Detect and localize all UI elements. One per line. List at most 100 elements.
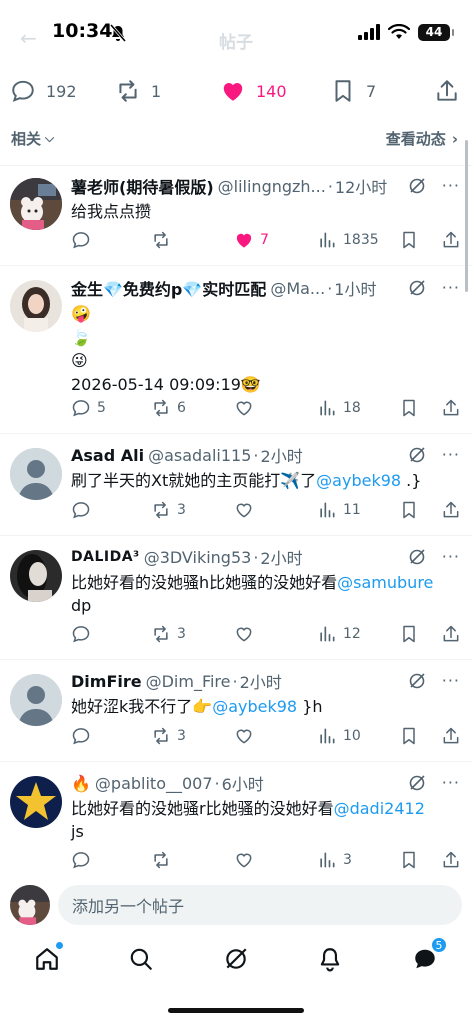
views-button[interactable]: 10: [317, 726, 361, 746]
display-name[interactable]: 金生💎免费约p💎实时匹配: [71, 276, 266, 300]
reply-icon: [72, 626, 90, 643]
views-button[interactable]: 18: [317, 398, 361, 418]
views-button[interactable]: 12: [317, 624, 361, 644]
grok-icon[interactable]: [408, 548, 426, 566]
separator-dot: ·: [253, 547, 259, 567]
default-avatar-icon: [10, 674, 62, 726]
views-button[interactable]: 1835: [317, 230, 379, 250]
more-options-icon[interactable]: ···: [442, 773, 460, 792]
like-button[interactable]: [234, 500, 260, 520]
mention-link[interactable]: @aybek98: [212, 697, 297, 716]
scrollbar[interactable]: [465, 140, 468, 292]
mention-link[interactable]: @aybek98: [316, 471, 401, 490]
repost-button[interactable]: 6: [151, 398, 186, 418]
repost-count: 1: [151, 81, 162, 101]
grok-icon[interactable]: [408, 774, 426, 792]
mention-link[interactable]: @samubure: [337, 573, 433, 592]
reply-post[interactable]: 金生💎免费约p💎实时匹配 @Ma... · 1小时 ··· 🤪 🍃 😜 2026…: [0, 266, 472, 434]
more-options-icon[interactable]: ···: [442, 445, 460, 464]
bookmark-button[interactable]: [399, 230, 419, 250]
display-name[interactable]: 🔥: [71, 774, 91, 793]
bookmark-action[interactable]: 7: [330, 78, 376, 104]
user-handle[interactable]: @pablito__007: [95, 774, 213, 793]
bookmark-button[interactable]: [399, 850, 419, 870]
like-count: 7: [260, 232, 269, 248]
bookmark-button[interactable]: [399, 500, 419, 520]
grok-icon[interactable]: [408, 672, 426, 690]
user-handle[interactable]: @asadali115: [148, 446, 251, 465]
more-options-icon[interactable]: ···: [442, 671, 460, 690]
avatar[interactable]: [10, 178, 62, 230]
share-button[interactable]: [441, 624, 461, 644]
reply-input[interactable]: 添加另一个帖子: [58, 885, 462, 925]
reply-post[interactable]: DALIDA³ @3DViking53 · 2小时 ··· 比她好看的没她骚h比…: [0, 536, 472, 660]
tab-messages[interactable]: 5: [410, 936, 448, 974]
display-name[interactable]: Asad Ali: [71, 446, 144, 465]
reply-action[interactable]: 192: [10, 78, 77, 104]
more-options-icon[interactable]: ···: [442, 547, 460, 566]
own-avatar: [10, 885, 50, 925]
repost-button[interactable]: 3: [151, 500, 186, 520]
like-button[interactable]: [234, 726, 260, 746]
views-button[interactable]: 3: [317, 850, 352, 870]
reply-button[interactable]: [71, 726, 97, 746]
repost-button[interactable]: 3: [151, 726, 186, 746]
repost-button[interactable]: [151, 850, 177, 870]
display-name[interactable]: 薯老师(期待暑假版): [71, 174, 214, 198]
sort-dropdown[interactable]: 相关 ⌵: [11, 128, 54, 149]
share-button[interactable]: [441, 398, 461, 418]
tab-grok[interactable]: [221, 944, 251, 974]
like-button[interactable]: [234, 850, 260, 870]
reply-button[interactable]: [71, 850, 97, 870]
share-action[interactable]: [434, 78, 460, 104]
share-button[interactable]: [441, 726, 461, 746]
like-action[interactable]: 140: [220, 78, 287, 104]
avatar[interactable]: [10, 550, 62, 602]
reply-button[interactable]: [71, 624, 97, 644]
heart-icon: [236, 627, 252, 642]
avatar[interactable]: [10, 280, 62, 332]
mention-link[interactable]: @dadi2412: [334, 799, 425, 818]
like-button[interactable]: [234, 624, 260, 644]
user-handle[interactable]: @Ma...: [270, 279, 325, 298]
views-button[interactable]: 11: [317, 500, 361, 520]
bookmark-button[interactable]: [399, 624, 419, 644]
reply-post[interactable]: 薯老师(期待暑假版) @lilingngzh... · 12小时 ··· 给我点…: [0, 166, 472, 266]
reply-post[interactable]: 🔥 @pablito__007 · 6小时 ··· 比她好看的没她骚r比她骚的没…: [0, 762, 472, 876]
repost-button[interactable]: 3: [151, 624, 186, 644]
bottom-tab-bar: 5: [0, 934, 472, 986]
bookmark-icon: [403, 727, 415, 745]
default-avatar[interactable]: [10, 674, 62, 726]
default-avatar[interactable]: [10, 448, 62, 500]
tab-home[interactable]: [32, 942, 63, 974]
reply-button[interactable]: [71, 230, 97, 250]
grok-icon[interactable]: [408, 177, 426, 195]
share-button[interactable]: [441, 500, 461, 520]
bookmark-button[interactable]: [399, 398, 419, 418]
reply-post[interactable]: DimFire @Dim_Fire · 2小时 ··· 她好涩k我不行了👉@ay…: [0, 660, 472, 762]
user-handle[interactable]: @lilingngzh...: [218, 177, 326, 196]
like-button[interactable]: 7: [234, 230, 269, 250]
more-options-icon[interactable]: ···: [442, 278, 460, 297]
reply-post[interactable]: Asad Ali @asadali115 · 2小时 ··· 刷了半天的Xt就她…: [0, 434, 472, 536]
share-button[interactable]: [441, 230, 461, 250]
user-handle[interactable]: @3DViking53: [144, 548, 252, 567]
tab-search[interactable]: [126, 944, 156, 974]
share-button[interactable]: [441, 850, 461, 870]
reply-button[interactable]: 5: [71, 398, 106, 418]
avatar[interactable]: [10, 776, 62, 828]
bookmark-button[interactable]: [399, 726, 419, 746]
more-options-icon[interactable]: ···: [442, 176, 460, 195]
grok-icon[interactable]: [408, 446, 426, 464]
grok-icon[interactable]: [408, 279, 426, 297]
like-button[interactable]: [234, 398, 260, 418]
view-activity-link[interactable]: 查看动态 ›: [386, 128, 458, 149]
user-handle[interactable]: @Dim_Fire: [146, 672, 231, 691]
tab-notifications[interactable]: [315, 944, 345, 974]
post-header: 金生💎免费约p💎实时匹配 @Ma... · 1小时: [71, 276, 462, 300]
repost-button[interactable]: [151, 230, 177, 250]
display-name[interactable]: DALIDA³: [71, 549, 140, 565]
reply-button[interactable]: [71, 500, 97, 520]
repost-action[interactable]: 1: [115, 78, 161, 104]
display-name[interactable]: DimFire: [71, 672, 142, 691]
